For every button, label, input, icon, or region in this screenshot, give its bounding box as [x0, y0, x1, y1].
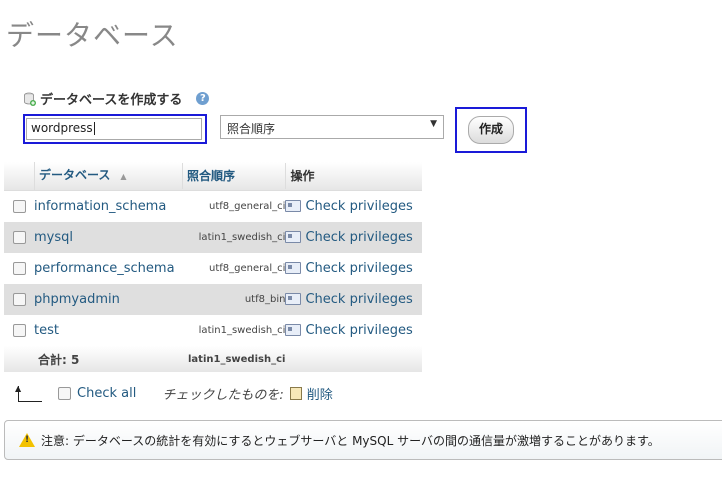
check-privileges-link[interactable]: Check privileges — [285, 284, 422, 315]
database-collation: utf8_general_ci — [182, 190, 286, 222]
header-action-label: 操作 — [285, 163, 422, 189]
privileges-icon — [285, 230, 302, 243]
check-privileges-label: Check privileges — [305, 261, 413, 276]
table-row: mysql latin1_swedish_ci Check privileges — [4, 222, 422, 253]
text-cursor — [93, 122, 95, 135]
check-all-label[interactable]: Check all — [77, 386, 136, 401]
notice-text: 注意: データベースの統計を有効にするとウェブサーバと MySQL サーバの間の… — [41, 433, 660, 448]
check-privileges-link[interactable]: Check privileges — [285, 222, 422, 253]
page-title: データベース — [6, 19, 179, 52]
privileges-icon — [285, 199, 302, 212]
header-action: 操作 — [285, 162, 422, 191]
table-row: phpmyadmin utf8_bin Check privileges — [4, 284, 422, 315]
bulk-actions: ▲ Check all チェックしたものを: 削除 — [15, 384, 333, 404]
header-checkbox-cell — [4, 162, 34, 191]
delete-button[interactable]: 削除 — [289, 384, 333, 403]
with-selected-label: チェックしたものを: — [162, 388, 284, 403]
database-add-icon — [24, 92, 36, 106]
database-collation: utf8_general_ci — [182, 253, 286, 284]
table-row: test latin1_swedish_ci Check privileges — [4, 315, 422, 346]
collation-select-value: 照合順序 — [227, 122, 276, 136]
total-count: 合計: 5 — [34, 346, 182, 372]
check-all-checkbox[interactable] — [58, 387, 71, 400]
delete-icon — [289, 387, 302, 400]
header-collation-label: 照合順序 — [182, 163, 285, 189]
chevron-down-icon: ▼ — [430, 119, 437, 129]
row-checkbox[interactable] — [12, 200, 26, 213]
notice-message: 注意: データベースの統計を有効にするとウェブサーバと MySQL サーバの間の… — [4, 420, 722, 460]
table-row: performance_schema utf8_general_ci Check… — [4, 253, 422, 284]
row-checkbox[interactable] — [12, 324, 26, 337]
check-privileges-label: Check privileges — [305, 199, 413, 214]
warning-icon — [19, 433, 35, 447]
total-row: 合計: 5 latin1_swedish_ci — [4, 346, 422, 372]
row-checkbox[interactable] — [12, 262, 26, 275]
create-database-heading: データベースを作成する ? — [24, 89, 210, 108]
database-collation: utf8_bin — [182, 284, 286, 315]
table-header-row: データベース ▲ 照合順序 操作 — [4, 162, 422, 191]
database-table: データベース ▲ 照合順序 操作 information_schema utf8_… — [4, 162, 422, 372]
help-icon[interactable]: ? — [196, 92, 210, 105]
database-name-link[interactable]: mysql — [34, 222, 182, 253]
database-name-link[interactable]: information_schema — [34, 190, 182, 222]
check-privileges-link[interactable]: Check privileges — [285, 253, 422, 284]
check-privileges-label: Check privileges — [305, 323, 413, 338]
check-privileges-link[interactable]: Check privileges — [285, 190, 422, 222]
table-row: information_schema utf8_general_ci Check… — [4, 190, 422, 222]
arrow-up-icon: ▲ — [15, 384, 42, 402]
check-privileges-label: Check privileges — [305, 230, 413, 245]
privileges-icon — [285, 261, 302, 274]
header-database-label: データベース — [39, 168, 111, 182]
database-name-link[interactable]: phpmyadmin — [34, 284, 182, 315]
check-privileges-label: Check privileges — [305, 292, 413, 307]
create-button[interactable]: 作成 — [468, 116, 514, 144]
collation-select[interactable]: 照合順序 ▼ — [220, 115, 444, 139]
database-name-input[interactable]: wordpress — [26, 118, 202, 140]
database-name-link[interactable]: test — [34, 315, 182, 346]
check-privileges-link[interactable]: Check privileges — [285, 315, 422, 346]
database-name-value: wordpress — [31, 121, 93, 135]
header-collation[interactable]: 照合順序 — [182, 162, 286, 191]
database-collation: latin1_swedish_ci — [182, 222, 286, 253]
row-checkbox[interactable] — [12, 293, 26, 306]
database-name-link[interactable]: performance_schema — [34, 253, 182, 284]
create-database-label: データベースを作成する — [40, 93, 183, 108]
privileges-icon — [285, 323, 302, 336]
database-collation: latin1_swedish_ci — [182, 315, 286, 346]
header-database[interactable]: データベース ▲ — [34, 162, 182, 191]
row-checkbox[interactable] — [12, 231, 26, 244]
sort-asc-icon: ▲ — [120, 172, 127, 181]
delete-label: 削除 — [306, 388, 333, 403]
total-collation: latin1_swedish_ci — [182, 346, 286, 372]
privileges-icon — [285, 292, 302, 305]
